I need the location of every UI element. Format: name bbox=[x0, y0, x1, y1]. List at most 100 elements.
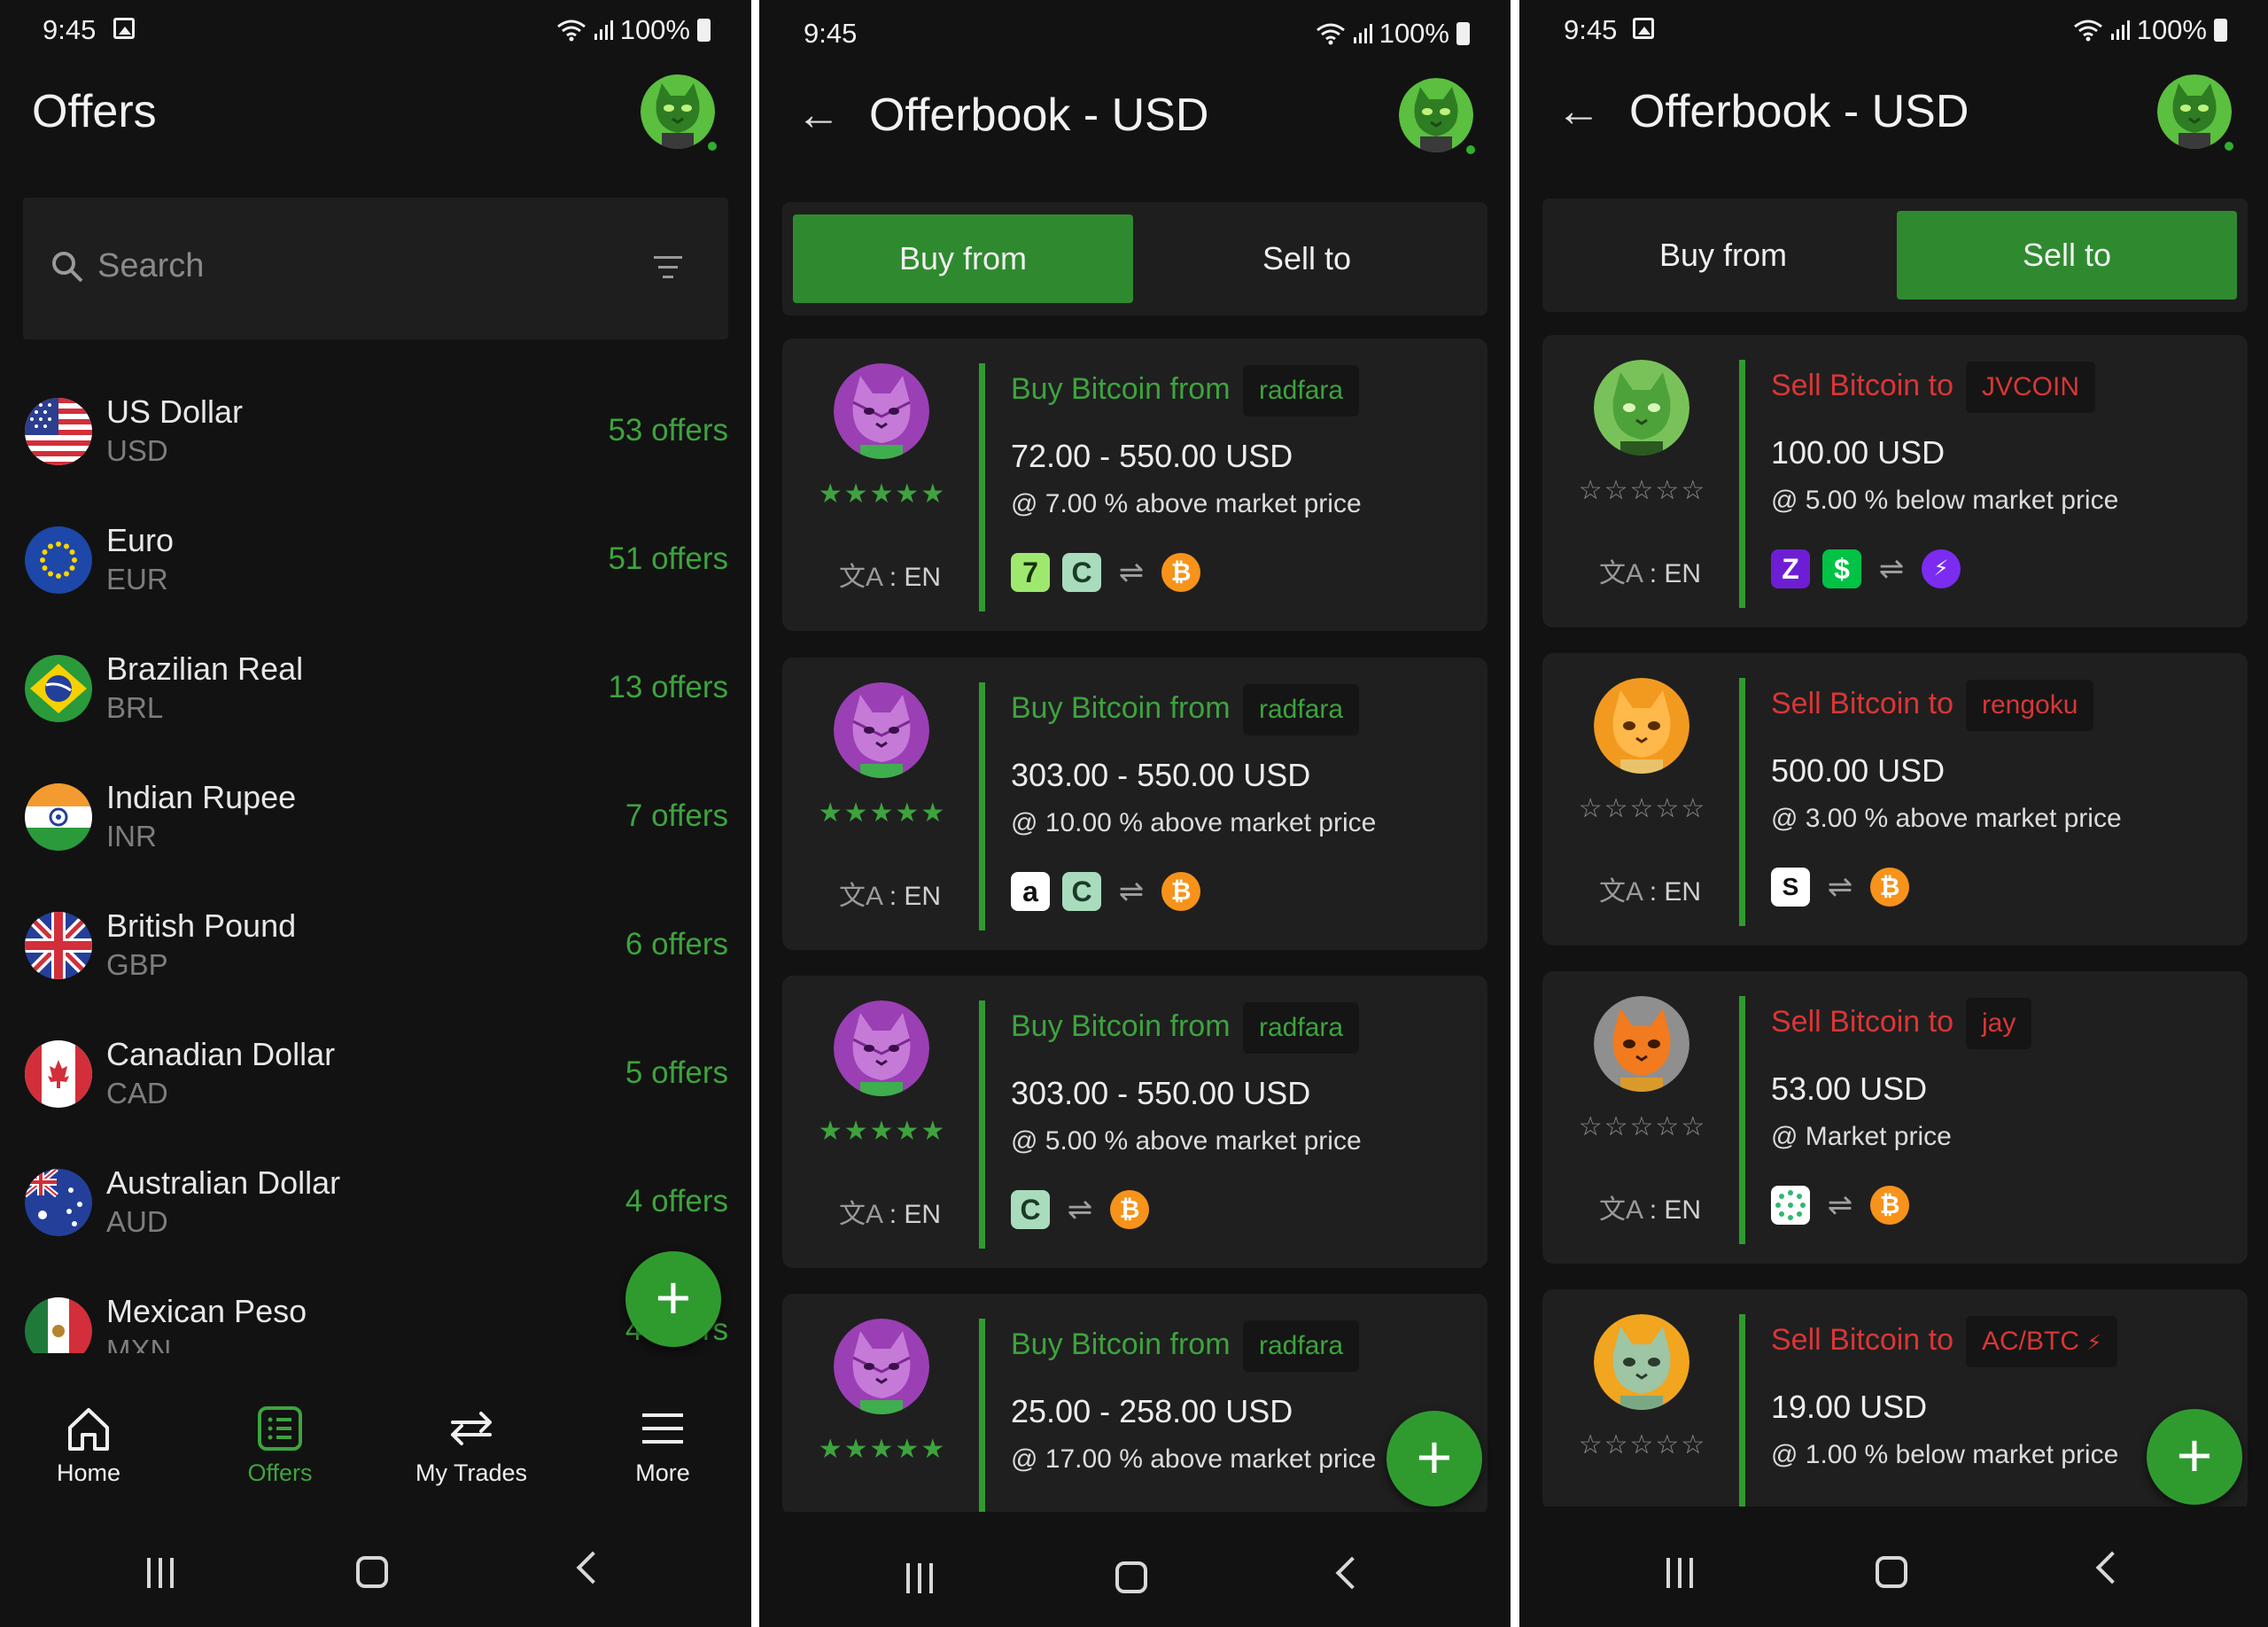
offer-card[interactable]: ☆☆☆☆☆ 文A : EN Sell Bitcoin to JVCOIN 100… bbox=[1542, 335, 2248, 627]
search-input[interactable]: Search bbox=[97, 247, 204, 285]
nav-home-label: Home bbox=[56, 1460, 121, 1486]
language-code: : EN bbox=[1649, 559, 1702, 588]
nav-my-trades-label: My Trades bbox=[415, 1460, 528, 1486]
currency-name: British Pound bbox=[106, 907, 297, 944]
uk-flag-icon bbox=[25, 912, 92, 979]
status-bar: 9:45 100% bbox=[1519, 0, 2268, 62]
offers-list-icon bbox=[258, 1406, 302, 1451]
offer-price: @ 3.00 % above market price bbox=[1771, 804, 2122, 833]
rating-stars: ☆☆☆☆☆ bbox=[1578, 476, 1707, 505]
search-bar[interactable]: Search bbox=[23, 198, 728, 339]
signal-icon bbox=[2110, 20, 2130, 40]
cash-by-mail-icon: C bbox=[1062, 553, 1101, 592]
offer-card[interactable]: ☆☆☆☆☆ 文A : EN Sell Bitcoin to jay 53.00 … bbox=[1542, 971, 2248, 1264]
offer-accent-bar bbox=[1739, 1314, 1745, 1511]
currency-row-cad[interactable]: Canadian Dollar CAD 5 offers bbox=[0, 1011, 751, 1139]
india-flag-icon bbox=[25, 783, 92, 851]
offer-card[interactable]: ★★★★★ Buy Bitcoin from radfara 25.00 - 2… bbox=[782, 1294, 1487, 1515]
gallery-notification-icon bbox=[1633, 18, 1654, 39]
system-navigation bbox=[0, 1506, 751, 1627]
language-code: : EN bbox=[889, 1200, 942, 1229]
translate-icon: 文A bbox=[839, 882, 882, 911]
offer-accent-bar bbox=[979, 1319, 985, 1515]
create-offer-button[interactable]: + bbox=[2147, 1409, 2242, 1505]
menu-icon bbox=[642, 1413, 683, 1444]
payment-methods: a C ⇌ ₿ bbox=[1011, 872, 1200, 911]
tab-buy-from[interactable]: Buy from bbox=[1553, 211, 1893, 300]
system-back-button[interactable] bbox=[576, 1551, 610, 1584]
language-indicator: 文A : EN bbox=[839, 874, 941, 913]
offer-card[interactable]: ★★★★★ 文A : EN Buy Bitcoin from radfara 3… bbox=[782, 976, 1487, 1268]
tab-sell-to[interactable]: Sell to bbox=[1137, 214, 1477, 303]
cat-avatar-icon bbox=[2157, 74, 2232, 149]
profile-avatar-button[interactable] bbox=[1399, 78, 1477, 156]
currency-row-eur[interactable]: Euro EUR 51 offers bbox=[0, 497, 751, 625]
cat-avatar-icon bbox=[641, 74, 715, 149]
offer-card[interactable]: ☆☆☆☆☆ 文A : EN Sell Bitcoin to rengoku 50… bbox=[1542, 653, 2248, 946]
offer-price: @ 10.00 % above market price bbox=[1011, 808, 1377, 837]
cash-by-mail-icon: C bbox=[1062, 872, 1101, 911]
nav-more-label: More bbox=[635, 1460, 690, 1486]
offer-accent-bar bbox=[1739, 678, 1745, 926]
offer-amount: 25.00 - 258.00 USD bbox=[1011, 1393, 1293, 1429]
system-back-button[interactable] bbox=[2095, 1551, 2129, 1584]
offer-count: 6 offers bbox=[625, 927, 728, 961]
language-code: : EN bbox=[889, 882, 942, 911]
system-home-button[interactable] bbox=[1876, 1556, 1907, 1588]
nav-home[interactable]: Home bbox=[0, 1405, 177, 1487]
profile-avatar-button[interactable] bbox=[2157, 74, 2235, 152]
translate-icon: 文A bbox=[1599, 559, 1643, 588]
currency-row-inr[interactable]: Indian Rupee INR 7 offers bbox=[0, 754, 751, 882]
back-arrow-icon[interactable]: ← bbox=[796, 89, 841, 140]
offer-card[interactable]: ★★★★★ 文A : EN Buy Bitcoin from radfara 7… bbox=[782, 339, 1487, 631]
recent-apps-button[interactable] bbox=[1666, 1558, 1693, 1588]
lightning-icon: ⚡ bbox=[1922, 549, 1961, 588]
offer-card[interactable]: ★★★★★ 文A : EN Buy Bitcoin from radfara 3… bbox=[782, 658, 1487, 950]
system-back-button[interactable] bbox=[1335, 1556, 1369, 1590]
currency-row-brl[interactable]: Brazilian Real BRL 13 offers bbox=[0, 626, 751, 753]
green-cat-avatar-icon bbox=[1594, 360, 1689, 455]
currency-row-aud[interactable]: Australian Dollar AUD 4 offers bbox=[0, 1140, 751, 1267]
offer-accent-bar bbox=[979, 682, 985, 930]
tab-sell-to[interactable]: Sell to bbox=[1897, 211, 2237, 300]
tab-buy-from[interactable]: Buy from bbox=[793, 214, 1133, 303]
offer-amount: 72.00 - 550.00 USD bbox=[1011, 438, 1293, 474]
cash-app-icon: $ bbox=[1822, 549, 1861, 588]
bitcoin-icon: ₿ bbox=[1870, 868, 1909, 907]
online-indicator bbox=[1464, 144, 1477, 156]
online-indicator bbox=[706, 140, 718, 152]
offer-headline: Sell Bitcoin to bbox=[1771, 369, 1953, 402]
recent-apps-button[interactable] bbox=[147, 1558, 174, 1588]
system-home-button[interactable] bbox=[356, 1556, 388, 1588]
currency-row-gbp[interactable]: British Pound GBP 6 offers bbox=[0, 883, 751, 1010]
currency-name: US Dollar bbox=[106, 393, 244, 430]
currency-code: USD bbox=[106, 434, 168, 467]
buy-sell-toggle: Buy from Sell to bbox=[1542, 199, 2248, 312]
swap-icon: ⇌ bbox=[1118, 875, 1145, 908]
currency-row-usd[interactable]: US Dollar USD 53 offers bbox=[0, 369, 751, 496]
create-offer-button[interactable]: + bbox=[625, 1251, 721, 1347]
bitcoin-icon: ₿ bbox=[1110, 1190, 1149, 1229]
profile-avatar-button[interactable] bbox=[641, 74, 718, 152]
offer-headline: Buy Bitcoin from bbox=[1011, 1009, 1231, 1043]
recent-apps-button[interactable] bbox=[906, 1563, 933, 1593]
back-arrow-icon[interactable]: ← bbox=[1557, 85, 1601, 136]
brazil-flag-icon bbox=[25, 655, 92, 722]
offer-price: @ 5.00 % above market price bbox=[1011, 1126, 1362, 1156]
nav-offers[interactable]: Offers bbox=[191, 1405, 369, 1487]
system-home-button[interactable] bbox=[1115, 1561, 1147, 1593]
language-indicator: 文A : EN bbox=[839, 555, 941, 594]
currency-code: BRL bbox=[106, 691, 164, 724]
payment-methods: C ⇌ ₿ bbox=[1011, 1190, 1149, 1229]
status-bar: 9:45 100% bbox=[759, 0, 1511, 62]
search-icon bbox=[52, 252, 83, 283]
rating-stars: ★★★★★ bbox=[818, 1435, 947, 1464]
offer-card[interactable]: ☆☆☆☆☆ Sell Bitcoin to AC/BTC ⚡ 19.00 USD… bbox=[1542, 1289, 2248, 1511]
home-icon bbox=[68, 1408, 109, 1451]
filter-icon[interactable] bbox=[654, 256, 682, 285]
nav-my-trades[interactable]: My Trades bbox=[383, 1405, 560, 1487]
swap-icon: ⇌ bbox=[1118, 556, 1145, 589]
nav-more[interactable]: More bbox=[574, 1405, 751, 1487]
create-offer-button[interactable]: + bbox=[1386, 1411, 1482, 1506]
currency-code: MXN bbox=[106, 1334, 172, 1353]
